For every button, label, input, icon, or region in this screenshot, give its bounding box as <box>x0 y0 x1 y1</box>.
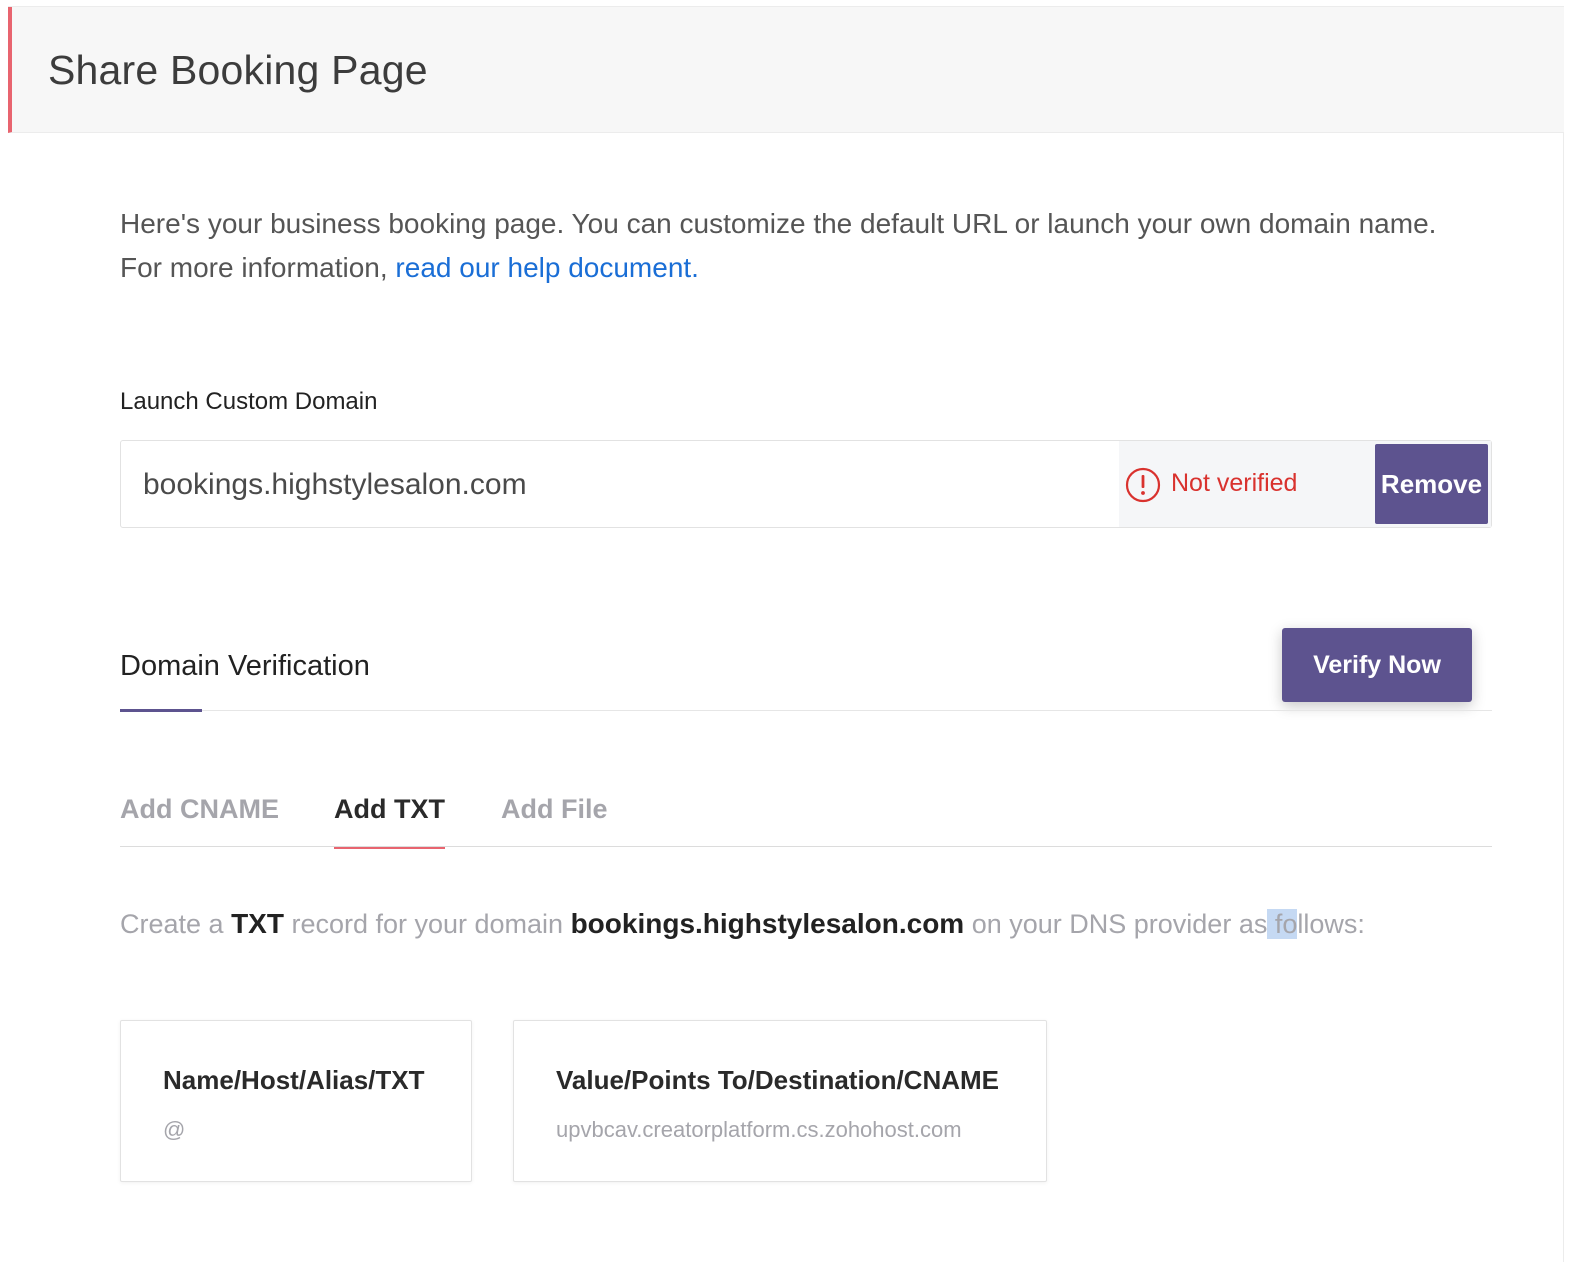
instruction-domain: bookings.highstylesalon.com <box>570 908 965 939</box>
instruction-part3b: llows: <box>1297 909 1365 939</box>
custom-domain-label: Launch Custom Domain <box>120 388 378 415</box>
intro-body: Here's your business booking page. You c… <box>120 208 1437 283</box>
page-title: Share Booking Page <box>48 47 428 93</box>
record-name-value[interactable]: @ <box>163 1117 185 1143</box>
record-name-title: Name/Host/Alias/TXT <box>163 1065 425 1095</box>
verification-status: Not verified Remove <box>1119 441 1491 527</box>
txt-instruction: Create a TXT record for your domain book… <box>120 908 1365 940</box>
help-document-link[interactable]: read our help document. <box>395 252 699 283</box>
domain-verification-title: Domain Verification <box>120 650 370 682</box>
status-text: Not verified <box>1171 469 1298 497</box>
instruction-part3a: on your DNS provider as <box>964 909 1268 939</box>
custom-domain-field[interactable]: bookings.highstylesalon.com Not verified… <box>120 440 1492 528</box>
text-selection-highlight: fo <box>1267 909 1298 939</box>
section-divider <box>120 709 1492 712</box>
instruction-part1: Create a <box>120 909 232 939</box>
record-value-value[interactable]: upvbcav.creatorplatform.cs.zohohost.com <box>556 1117 962 1143</box>
instruction-record-type: TXT <box>231 908 284 939</box>
custom-domain-value[interactable]: bookings.highstylesalon.com <box>143 468 527 502</box>
verify-now-button[interactable]: Verify Now <box>1282 628 1472 702</box>
record-value-title: Value/Points To/Destination/CNAME <box>556 1065 1000 1095</box>
alert-circle-icon <box>1125 467 1161 503</box>
tab-add-txt[interactable]: Add TXT <box>334 794 445 849</box>
record-name-card: Name/Host/Alias/TXT @ <box>120 1020 472 1182</box>
instruction-part2: record for your domain <box>283 909 571 939</box>
verification-tabs: Add CNAME Add TXT Add File <box>120 780 1492 849</box>
remove-button[interactable]: Remove <box>1375 444 1488 524</box>
section-accent-bar <box>120 709 202 712</box>
tab-add-cname[interactable]: Add CNAME <box>120 794 279 847</box>
tab-add-file[interactable]: Add File <box>501 794 608 847</box>
record-value-card: Value/Points To/Destination/CNAME upvbca… <box>513 1020 1047 1182</box>
page-header: Share Booking Page <box>8 7 1564 133</box>
intro-text: Here's your business booking page. You c… <box>120 202 1460 290</box>
